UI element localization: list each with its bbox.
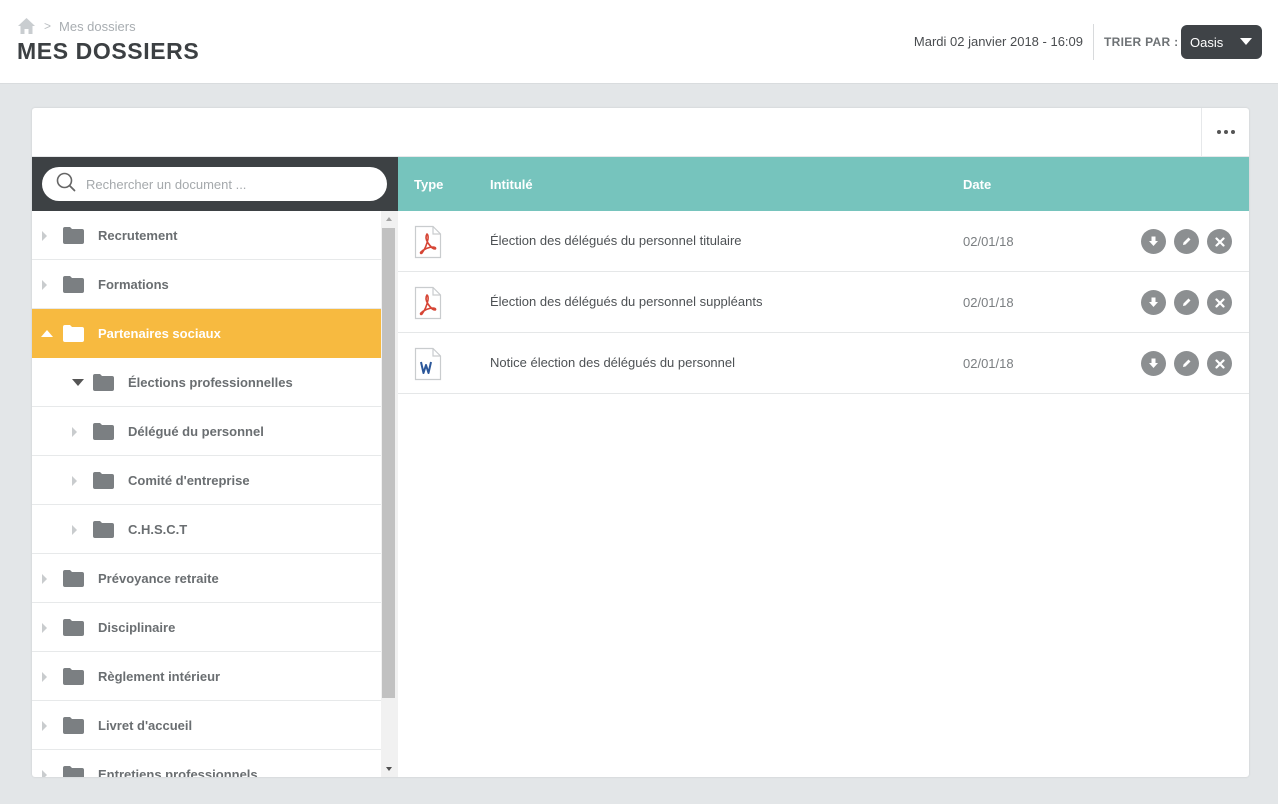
- document-title[interactable]: Élection des délégués du personnel suppl…: [490, 294, 762, 309]
- table-row[interactable]: Élection des délégués du personnel suppl…: [398, 272, 1249, 333]
- table-header: Type Intitulé Date: [398, 157, 1249, 211]
- column-header-date[interactable]: Date: [963, 177, 991, 192]
- edit-icon[interactable]: [1174, 290, 1199, 315]
- scroll-up-icon[interactable]: [386, 217, 392, 221]
- folder-tree: Recrutement Formations Partenaires socia…: [32, 211, 381, 777]
- tree-item-comite-d-entreprise[interactable]: Comité d'entreprise: [32, 456, 381, 505]
- tree-item-label: Élections professionnelles: [128, 375, 293, 390]
- datetime: Mardi 02 janvier 2018 - 16:09: [913, 34, 1083, 49]
- tree-item-label: Recrutement: [98, 228, 178, 243]
- sort-label: TRIER PAR :: [1104, 35, 1179, 49]
- folder-icon: [93, 423, 114, 445]
- documents-table: Type Intitulé Date Élection des délégués…: [398, 157, 1249, 777]
- delete-icon[interactable]: [1207, 229, 1232, 254]
- table-row[interactable]: Élection des délégués du personnel titul…: [398, 211, 1249, 272]
- chevron-right-icon[interactable]: [42, 280, 47, 290]
- search-input[interactable]: [86, 176, 356, 192]
- chevron-up-icon[interactable]: [41, 330, 53, 337]
- tree-item-reglement-interieur[interactable]: Règlement intérieur: [32, 652, 381, 701]
- document-date: 02/01/18: [963, 234, 1014, 249]
- chevron-right-icon[interactable]: [42, 770, 47, 777]
- tree-item-label: Règlement intérieur: [98, 669, 221, 684]
- tree-item-recrutement[interactable]: Recrutement: [32, 211, 381, 260]
- table-row[interactable]: Notice élection des délégués du personne…: [398, 333, 1249, 394]
- tree-item-label: Partenaires sociaux: [98, 326, 221, 341]
- pdf-file-icon: [414, 225, 442, 264]
- tree-item-label: C.H.S.C.T: [128, 522, 188, 537]
- page-title: MES DOSSIERS: [17, 38, 200, 64]
- download-icon[interactable]: [1141, 229, 1166, 254]
- tree-item-chsct[interactable]: C.H.S.C.T: [32, 505, 381, 554]
- scrollbar-thumb[interactable]: [382, 228, 395, 698]
- chevron-down-icon: [1240, 38, 1252, 45]
- tree-item-label: Formations: [98, 277, 169, 292]
- tree-item-entretiens-professionnels[interactable]: Entretiens professionnels: [32, 750, 381, 777]
- chevron-right-icon[interactable]: [72, 525, 77, 535]
- chevron-down-icon[interactable]: [72, 379, 84, 386]
- tree-item-disciplinaire[interactable]: Disciplinaire: [32, 603, 381, 652]
- top-header: > Mes dossiers MES DOSSIERS Mardi 02 jan…: [0, 0, 1278, 84]
- pdf-file-icon: [414, 286, 442, 325]
- folder-icon: [93, 521, 114, 543]
- folder-icon: [63, 717, 84, 739]
- breadcrumb-separator: >: [44, 19, 52, 33]
- folder-icon: [63, 570, 84, 592]
- folder-icon: [63, 227, 84, 249]
- tree-item-delegue-du-personnel[interactable]: Délégué du personnel: [32, 407, 381, 456]
- chevron-right-icon[interactable]: [42, 574, 47, 584]
- tree-item-partenaires-sociaux[interactable]: Partenaires sociaux: [32, 309, 381, 358]
- chevron-right-icon[interactable]: [42, 623, 47, 633]
- breadcrumb-item[interactable]: Mes dossiers: [59, 19, 136, 34]
- document-title[interactable]: Élection des délégués du personnel titul…: [490, 233, 742, 248]
- more-icon[interactable]: [1201, 108, 1249, 156]
- chevron-right-icon[interactable]: [72, 476, 77, 486]
- folder-icon: [63, 668, 84, 690]
- folder-icon: [63, 276, 84, 298]
- folder-icon: [93, 472, 114, 494]
- tree-item-label: Entretiens professionnels: [98, 767, 258, 777]
- panel-toolbar: [32, 108, 1249, 157]
- tree-item-livret-d-accueil[interactable]: Livret d'accueil: [32, 701, 381, 750]
- documents-panel: Recrutement Formations Partenaires socia…: [32, 108, 1249, 777]
- delete-icon[interactable]: [1207, 290, 1232, 315]
- sort-value: Oasis: [1190, 34, 1224, 50]
- document-title[interactable]: Notice élection des délégués du personne…: [490, 355, 735, 370]
- folder-icon: [63, 325, 84, 347]
- header-divider: [1093, 24, 1094, 60]
- edit-icon[interactable]: [1174, 351, 1199, 376]
- folder-sidebar: Recrutement Formations Partenaires socia…: [32, 157, 398, 777]
- tree-item-label: Livret d'accueil: [98, 718, 193, 733]
- document-date: 02/01/18: [963, 295, 1014, 310]
- tree-item-label: Prévoyance retraite: [98, 571, 219, 586]
- folder-icon: [63, 766, 84, 777]
- chevron-right-icon[interactable]: [42, 672, 47, 682]
- download-icon[interactable]: [1141, 290, 1166, 315]
- tree-item-label: Délégué du personnel: [128, 424, 264, 439]
- document-date: 02/01/18: [963, 356, 1014, 371]
- search-icon: [42, 172, 76, 197]
- tree-item-prevoyance-retraite[interactable]: Prévoyance retraite: [32, 554, 381, 603]
- delete-icon[interactable]: [1207, 351, 1232, 376]
- tree-item-label: Disciplinaire: [98, 620, 176, 635]
- column-header-type[interactable]: Type: [414, 177, 443, 192]
- tree-item-formations[interactable]: Formations: [32, 260, 381, 309]
- search-bar: [32, 157, 398, 211]
- folder-icon: [93, 374, 114, 396]
- tree-scrollbar[interactable]: [381, 211, 398, 777]
- column-header-title[interactable]: Intitulé: [490, 177, 533, 192]
- breadcrumb: > Mes dossiers: [17, 16, 136, 36]
- folder-icon: [63, 619, 84, 641]
- chevron-right-icon[interactable]: [42, 231, 47, 241]
- search-box[interactable]: [42, 167, 387, 201]
- edit-icon[interactable]: [1174, 229, 1199, 254]
- home-icon[interactable]: [17, 17, 36, 35]
- chevron-right-icon[interactable]: [72, 427, 77, 437]
- sort-dropdown[interactable]: Oasis: [1181, 25, 1262, 59]
- tree-item-elections-professionnelles[interactable]: Élections professionnelles: [32, 358, 381, 407]
- word-file-icon: [414, 347, 442, 386]
- scroll-down-icon[interactable]: [386, 767, 392, 771]
- download-icon[interactable]: [1141, 351, 1166, 376]
- tree-item-label: Comité d'entreprise: [128, 473, 250, 488]
- chevron-right-icon[interactable]: [42, 721, 47, 731]
